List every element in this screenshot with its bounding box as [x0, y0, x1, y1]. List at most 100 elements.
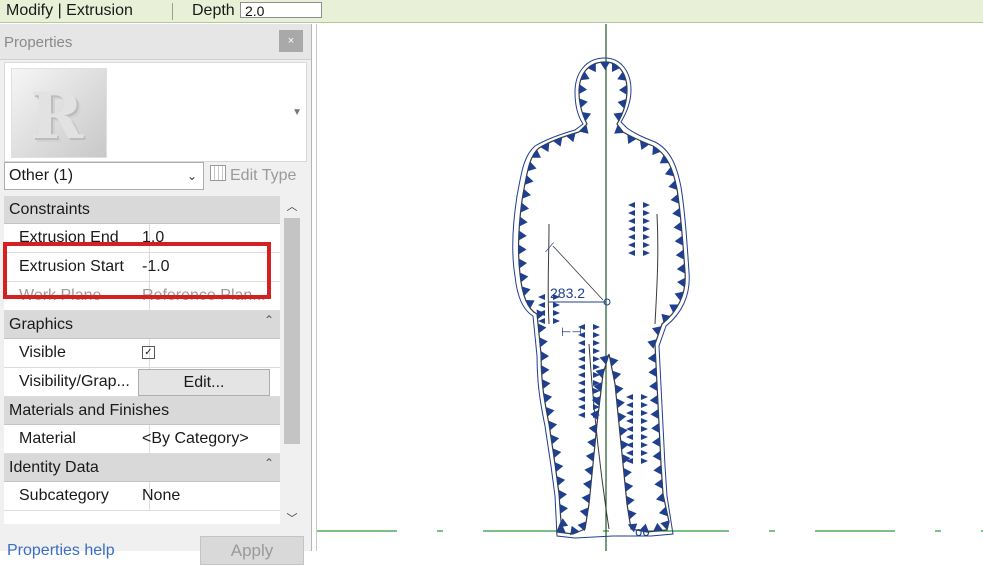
- direction-marker-icon: [584, 465, 593, 476]
- visible-value: ✓: [136, 339, 280, 367]
- direction-marker-icon: [581, 493, 591, 504]
- visible-checkbox[interactable]: ✓: [142, 346, 155, 359]
- direction-marker-icon: [539, 337, 548, 348]
- property-label: Extrusion Start: [4, 253, 150, 281]
- direction-marker-icon: [600, 61, 610, 70]
- direction-marker-icon: [518, 244, 527, 255]
- chevron-down-icon[interactable]: ▼: [292, 107, 302, 118]
- direction-marker-icon: [578, 84, 588, 95]
- section-label: Constraints: [9, 201, 90, 218]
- collapse-icon[interactable]: ⌃: [264, 450, 274, 477]
- close-icon[interactable]: ×: [279, 30, 303, 52]
- direction-marker-icon: [559, 503, 569, 514]
- direction-marker-icon: [587, 62, 596, 73]
- pin-icon[interactable]: ⟋: [545, 241, 555, 256]
- type-selector[interactable]: R ▼: [4, 62, 307, 162]
- cluster-marker-icon: [578, 340, 585, 346]
- direction-marker-icon: [588, 423, 598, 434]
- scroll-down-icon[interactable]: ﹀: [285, 510, 299, 525]
- direction-marker-icon: [521, 286, 531, 297]
- direction-marker-icon: [676, 263, 686, 274]
- cluster-marker-icon: [578, 412, 585, 418]
- material-field[interactable]: <By Category>: [136, 425, 280, 453]
- instance-filter-select[interactable]: Other (1) ⌄: [4, 162, 204, 190]
- direction-marker-icon: [587, 437, 596, 448]
- section-label: Identity Data: [9, 459, 99, 476]
- arm-gap-right: [654, 213, 659, 325]
- cluster-marker-icon: [628, 242, 635, 248]
- direction-marker-icon: [669, 304, 679, 313]
- properties-help-link[interactable]: Properties help: [7, 542, 115, 560]
- property-label: Subcategory: [4, 482, 150, 510]
- cluster-marker-icon: [626, 394, 633, 400]
- cluster-marker-icon: [643, 242, 650, 248]
- direction-marker-icon: [649, 394, 659, 405]
- extrusion-end-field[interactable]: 1.0: [136, 224, 280, 252]
- direction-marker-icon: [543, 393, 553, 403]
- dimension-value[interactable]: 283.2: [550, 285, 585, 301]
- collapse-icon[interactable]: ⌃: [264, 307, 274, 334]
- direction-marker-icon: [540, 351, 550, 362]
- row-subcategory[interactable]: Subcategory None: [4, 482, 280, 511]
- cluster-marker-icon: [626, 442, 633, 448]
- direction-marker-icon: [651, 436, 661, 447]
- direction-marker-icon: [554, 462, 564, 473]
- property-label: Work Plane: [4, 282, 150, 310]
- direction-marker-icon: [621, 453, 631, 464]
- extrusion-start-field[interactable]: -1.0: [136, 253, 280, 281]
- subcategory-field[interactable]: None: [136, 482, 280, 510]
- visibility-edit-button[interactable]: Edit...: [138, 369, 270, 396]
- direction-marker-icon: [537, 323, 547, 334]
- direction-marker-icon: [652, 450, 661, 461]
- direction-marker-icon: [518, 258, 528, 269]
- grip-control-icon[interactable]: oo: [635, 525, 650, 539]
- direction-marker-icon: [675, 249, 685, 260]
- row-visible[interactable]: Visible ✓: [4, 339, 280, 368]
- section-graphics[interactable]: Graphics ⌃: [4, 311, 280, 339]
- direction-marker-icon: [518, 230, 527, 241]
- arm-gap-left: [547, 223, 550, 325]
- direction-marker-icon: [670, 193, 680, 204]
- cluster-marker-icon: [641, 402, 648, 408]
- properties-scrollbar[interactable]: ︿ ﹀: [282, 196, 302, 529]
- direction-marker-icon: [525, 299, 535, 309]
- cluster-marker-icon: [628, 202, 635, 208]
- row-material[interactable]: Material <By Category>: [4, 425, 280, 454]
- section-materials[interactable]: Materials and Finishes: [4, 397, 280, 425]
- cluster-marker-icon: [593, 324, 600, 330]
- cluster-marker-icon: [628, 250, 635, 256]
- row-work-plane: Work Plane Reference Plan...: [4, 282, 280, 311]
- cluster-marker-icon: [641, 434, 648, 440]
- direction-marker-icon: [519, 216, 528, 227]
- cluster-marker-icon: [578, 380, 585, 386]
- row-extrusion-end[interactable]: Extrusion End 1.0: [4, 224, 280, 253]
- direction-marker-icon: [659, 154, 670, 164]
- drawing-canvas[interactable]: 283.2 ⟋ ⊢⊣ oo: [316, 24, 983, 551]
- depth-input[interactable]: 2.0: [240, 2, 322, 18]
- cluster-marker-icon: [628, 234, 635, 240]
- direction-marker-icon: [648, 367, 657, 378]
- cluster-marker-icon: [626, 434, 633, 440]
- cluster-marker-icon: [643, 234, 650, 240]
- direction-marker-icon: [649, 381, 658, 392]
- options-bar-separator: [172, 3, 173, 20]
- direction-marker-icon: [556, 476, 566, 486]
- cluster-marker-icon: [578, 404, 585, 410]
- scroll-thumb[interactable]: [284, 218, 300, 444]
- cluster-marker-icon: [578, 372, 585, 378]
- property-label: Visibility/Grap...: [4, 368, 150, 396]
- section-identity[interactable]: Identity Data ⌃: [4, 454, 280, 482]
- edit-type-button[interactable]: Edit Type: [210, 162, 296, 190]
- flip-control-icon[interactable]: ⊢⊣: [561, 325, 582, 339]
- row-visibility-graphics[interactable]: Visibility/Grap... Edit...: [4, 368, 280, 397]
- direction-marker-icon: [550, 434, 560, 445]
- cluster-marker-icon: [641, 426, 648, 432]
- direction-marker-icon: [582, 479, 592, 490]
- section-constraints[interactable]: Constraints: [4, 196, 280, 224]
- direction-marker-icon: [616, 398, 625, 409]
- row-extrusion-start[interactable]: Extrusion Start -1.0: [4, 253, 280, 282]
- edit-type-icon: [210, 165, 226, 181]
- direction-marker-icon: [654, 478, 663, 489]
- scroll-up-icon[interactable]: ︿: [285, 198, 299, 213]
- direction-marker-icon: [548, 420, 558, 431]
